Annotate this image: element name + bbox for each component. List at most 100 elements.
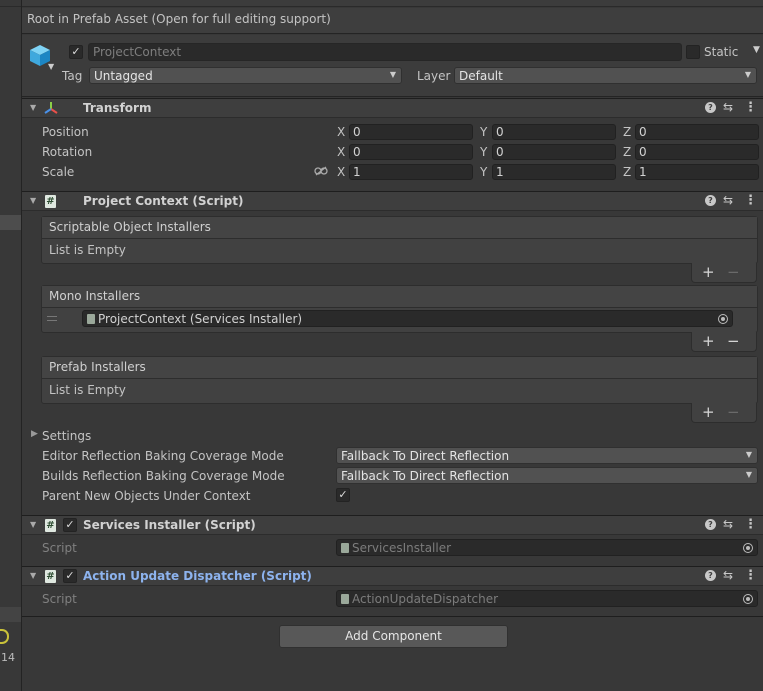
settings-label[interactable]: Settings	[42, 429, 91, 443]
hierarchy-selected-row[interactable]	[0, 215, 21, 230]
icon-dropdown-arrow-icon[interactable]: ▼	[48, 62, 54, 71]
help-icon[interactable]: ?	[705, 570, 716, 581]
help-icon[interactable]: ?	[705, 102, 716, 113]
static-dropdown-icon[interactable]: ▼	[753, 45, 760, 55]
position-label: Position	[42, 125, 89, 139]
scale-x-field[interactable]: 1	[349, 164, 473, 180]
project-context-title: Project Context (Script)	[83, 194, 244, 208]
mono-installer-value: ProjectContext (Services Installer)	[98, 312, 303, 326]
mono-installers-footer: + −	[691, 332, 757, 352]
transform-axes-icon	[44, 102, 58, 114]
prefab-banner[interactable]: Root in Prefab Asset (Open for full edit…	[22, 8, 763, 34]
static-checkbox[interactable]	[686, 45, 700, 59]
axis-x-label[interactable]: X	[337, 145, 345, 159]
rotation-x-field[interactable]: 0	[349, 144, 473, 160]
foldout-arrow-icon[interactable]: ▼	[30, 571, 36, 580]
remove-element-icon[interactable]: −	[727, 332, 740, 350]
rotation-y-field[interactable]: 0	[492, 144, 616, 160]
context-menu-icon[interactable]: ⋮	[744, 100, 757, 115]
axis-y-label[interactable]: Y	[480, 145, 487, 159]
script-label: Script	[42, 541, 77, 555]
axis-y-label[interactable]: Y	[480, 165, 487, 179]
layer-label: Layer	[417, 69, 451, 83]
gameobject-name-field[interactable]: ProjectContext	[88, 43, 682, 61]
editor-reflection-label: Editor Reflection Baking Coverage Mode	[42, 449, 284, 463]
mono-installers-header[interactable]: Mono Installers	[42, 286, 757, 308]
axis-z-label[interactable]: Z	[623, 145, 631, 159]
foldout-arrow-icon[interactable]: ▼	[30, 196, 36, 205]
prefab-installers-header[interactable]: Prefab Installers	[42, 357, 757, 379]
builds-reflection-dropdown[interactable]: Fallback To Direct Reflection ▼	[336, 467, 758, 484]
settings-foldout-icon[interactable]: ▶	[31, 429, 38, 439]
tag-dropdown[interactable]: Untagged ▼	[89, 67, 402, 84]
axis-z-label[interactable]: Z	[623, 165, 631, 179]
action-update-dispatcher-enabled-checkbox[interactable]: ✓	[63, 569, 77, 583]
services-installer-script-value: ServicesInstaller	[352, 541, 452, 555]
scriptable-installers-footer: + −	[691, 263, 757, 283]
action-update-dispatcher-script-value: ActionUpdateDispatcher	[352, 592, 499, 606]
remove-element-icon[interactable]: −	[727, 403, 740, 421]
prefab-installers-list: Prefab Installers List is Empty	[41, 356, 758, 404]
scriptable-installers-list: Scriptable Object Installers List is Emp…	[41, 216, 758, 264]
hierarchy-count: 14	[1, 651, 15, 664]
context-menu-icon[interactable]: ⋮	[744, 568, 757, 583]
constrain-proportions-link-icon[interactable]	[314, 166, 328, 176]
drag-handle-icon[interactable]	[47, 316, 57, 321]
action-update-dispatcher-script-field: ActionUpdateDispatcher	[336, 590, 758, 607]
foldout-arrow-icon[interactable]: ▼	[30, 520, 36, 529]
services-installer-header[interactable]: ▼ # ✓ Services Installer (Script) ? ⇆ ⋮	[22, 515, 763, 535]
builds-reflection-value: Fallback To Direct Reflection	[341, 469, 510, 483]
gameobject-header: ▼ ✓ ProjectContext Static ▼ Tag Untagged…	[22, 35, 763, 97]
chevron-down-icon: ▼	[744, 70, 751, 79]
parent-new-objects-label: Parent New Objects Under Context	[42, 489, 251, 503]
axis-y-label[interactable]: Y	[480, 125, 487, 139]
axis-x-label[interactable]: X	[337, 125, 345, 139]
services-installer-enabled-checkbox[interactable]: ✓	[63, 518, 77, 532]
chevron-down-icon: ▼	[389, 70, 396, 79]
remove-element-icon[interactable]: −	[727, 263, 740, 281]
action-update-dispatcher-header[interactable]: ▼ # ✓ Action Update Dispatcher (Script) …	[22, 566, 763, 586]
context-menu-icon[interactable]: ⋮	[744, 193, 757, 208]
editor-reflection-dropdown[interactable]: Fallback To Direct Reflection ▼	[336, 447, 758, 464]
help-icon[interactable]: ?	[705, 195, 716, 206]
add-component-button[interactable]: Add Component	[279, 625, 508, 648]
help-icon[interactable]: ?	[705, 519, 716, 530]
position-x-field[interactable]: 0	[349, 124, 473, 140]
add-element-icon[interactable]: +	[702, 403, 715, 421]
position-z-field[interactable]: 0	[635, 124, 759, 140]
scale-y-field[interactable]: 1	[492, 164, 616, 180]
presets-icon[interactable]: ⇆	[723, 193, 733, 207]
add-element-icon[interactable]: +	[702, 263, 715, 281]
inspector-panel: Root in Prefab Asset (Open for full edit…	[22, 0, 763, 691]
component-header-icons: ? ⇆ ⋮	[705, 100, 757, 115]
mono-installer-object-field[interactable]: ProjectContext (Services Installer)	[82, 310, 733, 327]
layer-dropdown[interactable]: Default ▼	[454, 67, 757, 84]
add-element-icon[interactable]: +	[702, 332, 715, 350]
scale-z-field[interactable]: 1	[635, 164, 759, 180]
prefab-installers-footer: + −	[691, 403, 757, 423]
transform-header[interactable]: ▼ Transform ? ⇆ ⋮	[22, 98, 763, 118]
project-context-header[interactable]: ▼ # Project Context (Script) ? ⇆ ⋮	[22, 191, 763, 211]
rotation-label: Rotation	[42, 145, 93, 159]
rotation-z-field[interactable]: 0	[635, 144, 759, 160]
scriptable-installers-header[interactable]: Scriptable Object Installers	[42, 217, 757, 239]
hierarchy-row[interactable]	[0, 607, 21, 622]
object-picker-icon[interactable]	[743, 594, 753, 604]
scriptable-installers-empty: List is Empty	[49, 243, 126, 257]
script-icon: #	[45, 570, 56, 583]
presets-icon[interactable]: ⇆	[723, 517, 733, 531]
object-picker-icon[interactable]	[743, 543, 753, 553]
position-y-field[interactable]: 0	[492, 124, 616, 140]
presets-icon[interactable]: ⇆	[723, 100, 733, 114]
hierarchy-panel-edge: 14	[0, 0, 22, 691]
axis-z-label[interactable]: Z	[623, 125, 631, 139]
tag-value: Untagged	[94, 69, 153, 83]
parent-new-objects-checkbox[interactable]: ✓	[336, 488, 350, 502]
foldout-arrow-icon[interactable]: ▼	[30, 103, 36, 112]
active-checkbox[interactable]: ✓	[69, 45, 83, 59]
object-picker-icon[interactable]	[718, 314, 728, 324]
axis-x-label[interactable]: X	[337, 165, 345, 179]
script-label: Script	[42, 592, 77, 606]
presets-icon[interactable]: ⇆	[723, 568, 733, 582]
context-menu-icon[interactable]: ⋮	[744, 517, 757, 532]
